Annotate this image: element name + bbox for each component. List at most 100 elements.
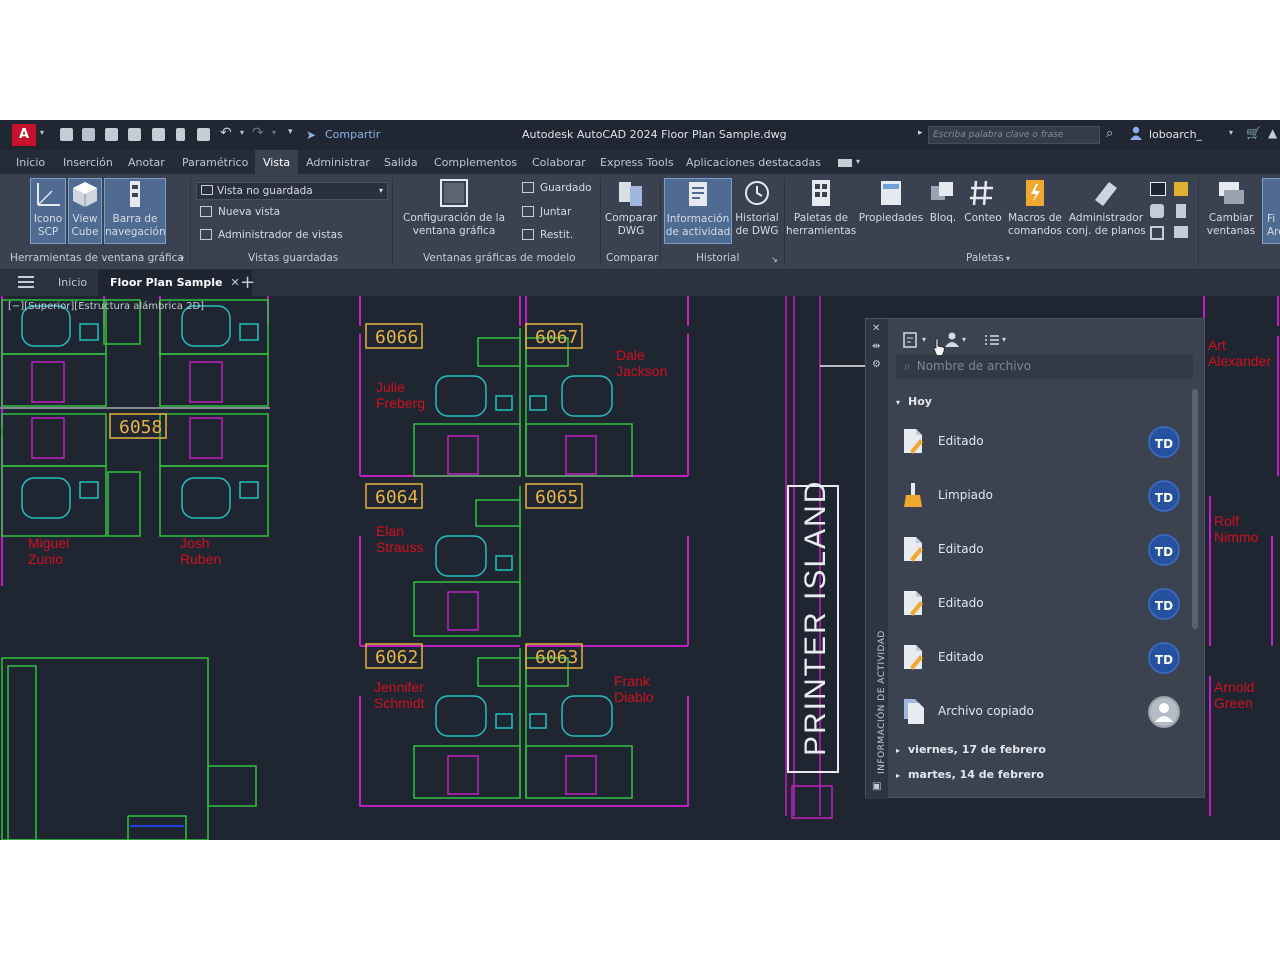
share-icon[interactable]: ➤	[306, 128, 316, 142]
switch-windows-button[interactable]: Cambiar ventanas	[1204, 178, 1258, 244]
activity-info-button[interactable]: Información de actividad	[664, 178, 732, 244]
tab-colaborar[interactable]: Colaborar	[532, 156, 586, 169]
tab-inicio[interactable]: Inicio	[16, 156, 45, 169]
activity-item[interactable]: Editado TD	[902, 421, 1182, 461]
palette-close-icon[interactable]: ✕	[872, 323, 882, 334]
compare-dwg-button[interactable]: Comparar DWG	[604, 178, 658, 244]
count-button[interactable]: Conteo	[962, 178, 1004, 244]
palette-title-strip[interactable]: ✕ ⇹ ⚙ INFORMACIÓN DE ACTIVIDAD ▣	[866, 319, 888, 799]
tab-express-tools[interactable]: Express Tools	[600, 156, 674, 169]
view-manager-button[interactable]: Administrador de vistas	[200, 229, 343, 241]
navigation-bar-button[interactable]: Barra de navegación	[104, 178, 166, 244]
palettes-small-icons	[1150, 182, 1194, 246]
group-label-palettes[interactable]: Paletas	[966, 252, 1004, 264]
activity-item[interactable]: Limpiado TD	[902, 475, 1182, 515]
markup-set-icon[interactable]	[1150, 204, 1164, 218]
share-button[interactable]: Compartir	[325, 128, 380, 141]
user-avatar: TD	[1148, 588, 1180, 620]
help-icon[interactable]: ▲	[1268, 126, 1277, 140]
group-header-today[interactable]: ▾ Hoy	[896, 395, 932, 408]
redo-icon[interactable]: ↷	[252, 125, 264, 141]
tab-administrar[interactable]: Administrar	[306, 156, 370, 169]
viewport-tools-chevron-icon[interactable]: ▾	[180, 254, 184, 263]
tab-parametrico[interactable]: Paramétrico	[182, 156, 248, 169]
filter-user-icon[interactable]	[944, 331, 960, 349]
ribbon-minimize-icon[interactable]	[838, 159, 852, 167]
filter-activity-icon[interactable]	[902, 331, 920, 349]
add-tab-icon[interactable]: +	[240, 272, 255, 293]
user-filter-chevron-icon[interactable]: ▾	[962, 335, 966, 353]
search-input[interactable]: Escriba palabra clave o frase	[928, 126, 1100, 144]
tool-palettes-button[interactable]: Paletas de herramientas	[786, 178, 856, 244]
undo-icon[interactable]: ↶	[220, 125, 232, 141]
block-button[interactable]: Bloq.	[926, 178, 960, 244]
viewport-config-button[interactable]: Configuración de la ventana gráfica	[400, 178, 508, 244]
saved-view-dropdown[interactable]: Vista no guardada ▾	[196, 182, 388, 200]
sheet-set-manager-button[interactable]: Administrador conj. de planos	[1066, 178, 1146, 244]
qa-customize-chevron-icon[interactable]: ▾	[288, 127, 293, 137]
search-expand-icon[interactable]: ▸	[918, 128, 923, 138]
search-icon[interactable]: ⌕	[1106, 126, 1113, 141]
palette-autohide-icon[interactable]: ⇹	[872, 341, 882, 352]
group-header-tuesday[interactable]: ▸ martes, 14 de febrero	[896, 768, 1044, 781]
history-expand-icon[interactable]: ↘	[771, 255, 778, 264]
command-line-icon[interactable]	[1150, 182, 1166, 196]
user-icon[interactable]	[1130, 126, 1142, 140]
new-view-button[interactable]: Nueva vista	[200, 206, 280, 218]
list-view-chevron-icon[interactable]: ▾	[1002, 335, 1006, 353]
properties-label: Propiedades	[858, 212, 924, 224]
palettes-chevron-icon[interactable]: ▾	[1006, 254, 1010, 263]
app-menu-button[interactable]: A	[12, 124, 36, 146]
activity-item[interactable]: Archivo copiado	[902, 691, 1182, 731]
plot-icon[interactable]	[197, 128, 210, 141]
activity-item[interactable]: Editado TD	[902, 583, 1182, 623]
layer-icon[interactable]	[1150, 226, 1164, 240]
open-icon[interactable]	[82, 128, 95, 141]
web-save-icon[interactable]	[152, 128, 165, 141]
file-name-search-input[interactable]: ⌕ Nombre de archivo	[896, 355, 1193, 379]
filter-chevron-icon[interactable]: ▾	[922, 335, 926, 353]
save-icon[interactable]	[105, 128, 118, 141]
plot-preview-icon[interactable]	[176, 128, 185, 141]
command-macros-button[interactable]: Macros de comandos	[1006, 178, 1064, 244]
saved-viewports-button[interactable]: Guardado	[522, 182, 592, 194]
tab-complementos[interactable]: Complementos	[434, 156, 517, 169]
save-as-icon[interactable]	[128, 128, 141, 141]
restore-viewports-button[interactable]: Restit.	[522, 229, 573, 241]
properties-button[interactable]: Propiedades	[858, 178, 924, 244]
view-cube-button[interactable]: View Cube	[68, 178, 102, 244]
viewport-controls-label[interactable]: [−][Superior][Estructura alámbrica 2D]	[8, 301, 204, 312]
close-tab-icon[interactable]: ✕	[230, 276, 239, 289]
redo-chevron-icon[interactable]: ▾	[272, 128, 276, 137]
tab-insercion[interactable]: Inserción	[63, 156, 113, 169]
tab-aplicaciones-destacadas[interactable]: Aplicaciones destacadas	[686, 156, 821, 169]
group-label-viewport-tools[interactable]: Herramientas de ventana gráfica	[10, 252, 184, 264]
file-tabs-button[interactable]: Fi Arc	[1262, 178, 1280, 244]
app-menu-chevron-icon[interactable]: ▾	[40, 128, 44, 137]
tab-salida[interactable]: Salida	[384, 156, 418, 169]
undo-chevron-icon[interactable]: ▾	[240, 128, 244, 137]
activity-item[interactable]: Editado TD	[902, 637, 1182, 677]
cart-icon[interactable]: 🛒	[1246, 126, 1261, 140]
dwg-history-button[interactable]: Historial de DWG	[734, 178, 780, 244]
tab-floor-plan-sample[interactable]: Floor Plan Sample ✕	[98, 270, 252, 296]
user-name[interactable]: loboarch_	[1149, 128, 1202, 141]
list-view-icon[interactable]	[984, 331, 1000, 349]
user-chevron-icon[interactable]: ▾	[1229, 128, 1233, 137]
tab-vista[interactable]: Vista	[255, 150, 299, 174]
design-center-icon[interactable]	[1174, 182, 1188, 196]
quickcalc-icon[interactable]	[1176, 204, 1186, 218]
palette-scrollbar[interactable]	[1192, 389, 1198, 629]
join-viewports-button[interactable]: Juntar	[522, 206, 571, 218]
activity-item[interactable]: Editado TD	[902, 529, 1182, 569]
tab-anotar[interactable]: Anotar	[128, 156, 165, 169]
palette-properties-icon[interactable]: ⚙	[872, 359, 882, 370]
palette-bottom-icon[interactable]: ▣	[872, 781, 882, 792]
external-refs-icon[interactable]	[1174, 226, 1188, 238]
new-icon[interactable]	[60, 128, 73, 141]
ribbon-options-chevron-icon[interactable]: ▾	[856, 157, 860, 166]
tab-start[interactable]: Inicio	[58, 276, 87, 289]
hamburger-menu-icon[interactable]	[18, 276, 34, 288]
group-header-friday[interactable]: ▸ viernes, 17 de febrero	[896, 743, 1046, 756]
ucs-icon-button[interactable]: Icono SCP	[30, 178, 66, 244]
